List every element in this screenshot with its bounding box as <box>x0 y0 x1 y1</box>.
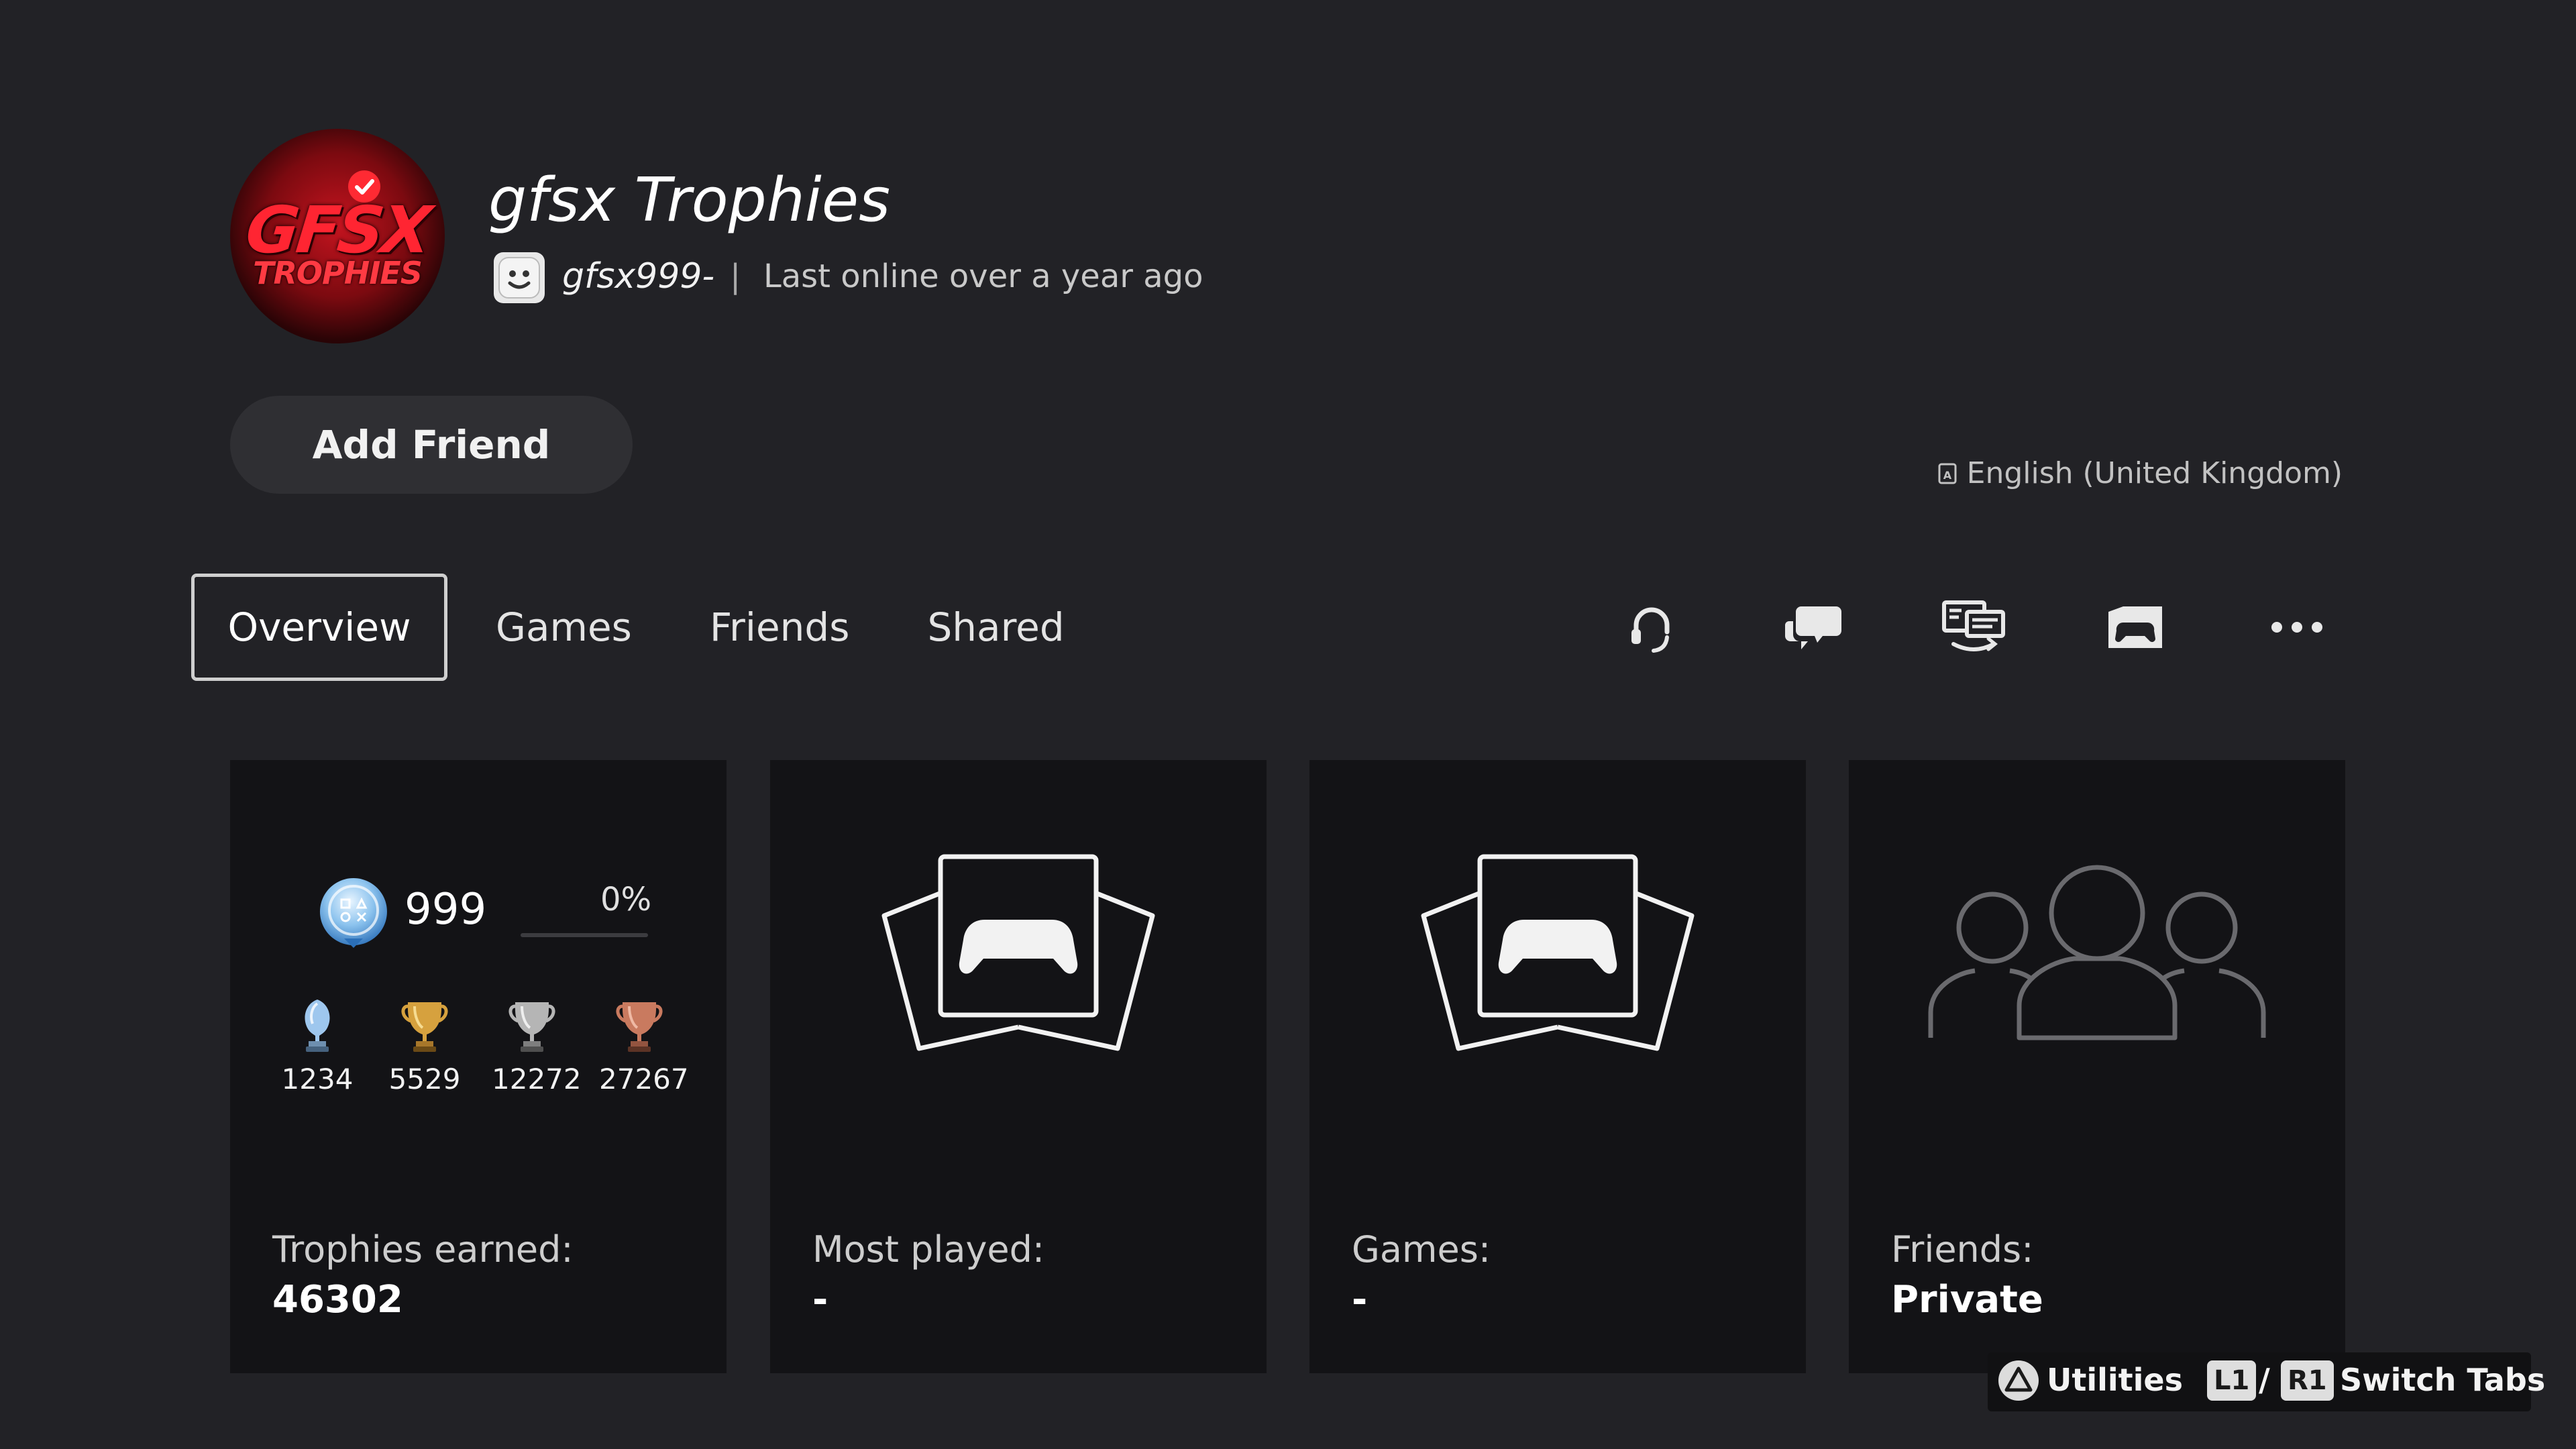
friends-value: Private <box>1891 1278 2043 1322</box>
most-played-card[interactable]: Most played: - <box>770 760 1267 1373</box>
r1-button-icon: R1 <box>2281 1360 2334 1401</box>
friends-label: Friends: <box>1891 1228 2034 1271</box>
games-label: Games: <box>1352 1228 1491 1271</box>
platinum-count: 1234 <box>281 1063 354 1095</box>
bronze-count: 27267 <box>599 1063 689 1095</box>
tab-friends[interactable]: Friends <box>671 574 889 681</box>
games-card[interactable]: Games: - <box>1309 760 1806 1373</box>
games-value: - <box>1352 1278 1368 1322</box>
gold-count: 5529 <box>388 1063 461 1095</box>
last-online-status: Last online over a year ago <box>763 258 1203 295</box>
tab-overview[interactable]: Overview <box>191 574 447 681</box>
ps-avatar-face-icon <box>494 252 545 303</box>
language-icon: A <box>1938 463 1957 484</box>
profile-avatar: GFSX TROPHIES <box>230 129 445 343</box>
svg-text:A: A <box>1943 469 1951 482</box>
game-cards-icon <box>881 854 1155 1051</box>
share-screen-icon[interactable] <box>1937 590 2010 664</box>
platinum-trophy: 1234 <box>277 997 358 1095</box>
gold-trophy: 5529 <box>384 997 465 1095</box>
people-icon <box>1928 865 2266 1040</box>
chat-bubbles-icon[interactable] <box>1776 590 1850 664</box>
tab-shared[interactable]: Shared <box>888 574 1103 681</box>
level-progress-bar <box>521 933 648 937</box>
more-options-icon[interactable] <box>2260 590 2334 664</box>
status-separator: | <box>730 258 741 295</box>
silver-trophy: 12272 <box>492 997 582 1095</box>
language-label: English (United Kingdom) <box>1966 456 2343 490</box>
profile-tabs: Overview Games Friends Shared <box>191 572 1104 683</box>
tab-games[interactable]: Games <box>457 574 671 681</box>
online-id: gfsx999- <box>562 256 715 297</box>
switch-tabs-hint: Switch Tabs <box>2340 1362 2546 1398</box>
utilities-hint: Utilities <box>2047 1362 2183 1398</box>
l1-button-icon: L1 <box>2207 1360 2257 1401</box>
avatar-logo-subtext: TROPHIES <box>253 255 423 291</box>
language-indicator: A English (United Kingdom) <box>1937 456 2343 490</box>
bronze-trophy: 27267 <box>599 997 689 1095</box>
trophies-earned-label: Trophies earned: <box>272 1228 574 1271</box>
silver-trophy-icon <box>508 1002 555 1052</box>
trophy-level-icon <box>319 878 387 948</box>
triangle-button-icon <box>1998 1360 2039 1401</box>
most-played-label: Most played: <box>812 1228 1045 1271</box>
profile-name: gfsx Trophies <box>488 165 891 235</box>
bronze-trophy-icon <box>616 1002 663 1052</box>
headset-icon[interactable] <box>1615 590 1688 664</box>
silver-count: 12272 <box>492 1063 582 1095</box>
trophies-earned-value: 46302 <box>272 1278 403 1322</box>
trophy-level: 999 <box>405 885 487 934</box>
platinum-trophy-icon <box>305 1000 330 1052</box>
gameplay-share-icon[interactable] <box>2098 590 2172 664</box>
game-cards-icon <box>1421 854 1695 1051</box>
level-progress-percent: 0% <box>600 881 652 918</box>
trophies-card[interactable]: 999 0% 1234 5529 12272 27267 Trophies ea… <box>230 760 727 1373</box>
friends-card[interactable]: Friends: Private <box>1849 760 2345 1373</box>
hint-slash: / <box>2259 1362 2270 1398</box>
add-friend-button[interactable]: Add Friend <box>230 396 633 494</box>
gold-trophy-icon <box>401 1002 448 1052</box>
most-played-value: - <box>812 1278 828 1322</box>
